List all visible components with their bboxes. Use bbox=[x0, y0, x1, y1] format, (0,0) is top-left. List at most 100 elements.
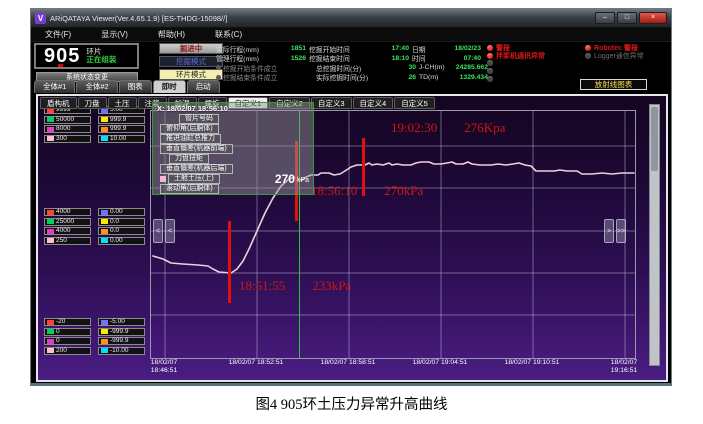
legend-row: 50000 999.9 bbox=[44, 115, 148, 124]
legend-swatch bbox=[47, 338, 54, 344]
chart-tab[interactable]: 自定义5 bbox=[394, 97, 435, 109]
legend-scale-box[interactable]: 10.00 bbox=[98, 134, 145, 143]
scroll-left-button[interactable]: < bbox=[165, 219, 175, 243]
legend-scale-box[interactable]: 0 bbox=[44, 337, 91, 345]
main-tab[interactable]: 全体#2 bbox=[76, 80, 118, 93]
legend-value: -10.00 bbox=[110, 346, 129, 354]
chart-tab[interactable]: 盾构机 bbox=[40, 97, 77, 109]
title-bar[interactable]: V ARiQATAYA Viewer(Ver.4.65.1.9) [ES-THD… bbox=[31, 9, 671, 28]
data-value: 1851 bbox=[290, 45, 306, 53]
legend-scale-box[interactable]: 4000 bbox=[44, 208, 91, 216]
menu-item[interactable]: 文件(F) bbox=[45, 29, 71, 40]
x-axis-tick-label: 18/02/07 18:46:51 bbox=[150, 359, 178, 374]
legend-scale-box[interactable]: -999.9 bbox=[98, 327, 145, 336]
legend-scale-box[interactable]: 999.9 bbox=[98, 125, 145, 133]
legend-row: 4000 0.00 bbox=[44, 208, 148, 216]
main-tab[interactable]: 全体#1 bbox=[34, 80, 76, 93]
legend-value: 0.0 bbox=[110, 227, 120, 234]
scrollbar-thumb[interactable] bbox=[651, 107, 658, 171]
tooltip-series-label[interactable]: 垂直偏差(机器前端) bbox=[160, 144, 233, 154]
legend-swatch bbox=[47, 117, 54, 122]
alarm-label: Logger通信异常 bbox=[594, 52, 644, 60]
chart-tab[interactable]: 土压 bbox=[107, 97, 137, 109]
legend-scale-box[interactable]: 300 bbox=[44, 134, 91, 143]
scroll-right-button[interactable]: >> bbox=[616, 219, 626, 243]
legend-scale-box[interactable]: 8000 bbox=[44, 125, 91, 133]
legend-swatch bbox=[47, 228, 54, 234]
legend-scale-box[interactable]: -10.00 bbox=[98, 346, 145, 355]
data-label: 挖掘开始时间 bbox=[309, 46, 350, 54]
legend-row: 200 -10.00 bbox=[44, 346, 148, 355]
minimize-button[interactable]: – bbox=[595, 12, 615, 24]
legend-value: -20 bbox=[56, 318, 66, 325]
excavation-mode-button[interactable]: 挖掘模式 bbox=[159, 56, 223, 67]
ring-tick-mark bbox=[58, 64, 63, 67]
scroll-right-button[interactable]: > bbox=[604, 219, 614, 243]
data-label: 管理行程(mm) bbox=[216, 56, 260, 64]
mode-button-column: 掘进中 挖掘模式 环片模式 bbox=[159, 43, 223, 82]
legend-value: 50000 bbox=[56, 115, 75, 123]
legend-scale-box[interactable]: -20 bbox=[44, 318, 91, 326]
header-data-row: 挖掘开始条件成立 总挖掘时间(分) 30 J-CH(m) 24285.662 bbox=[216, 63, 488, 73]
legend-group-min: -20 -5.00 0 -999.9 0 -999.9 200 -10.00 bbox=[44, 318, 148, 356]
tooltip-series-label[interactable]: 滚动角(后胴体) bbox=[160, 184, 219, 194]
chart-tab[interactable]: 刀盘 bbox=[77, 97, 107, 109]
legend-scale-box[interactable]: 200 bbox=[44, 346, 91, 355]
tooltip-series-label[interactable]: 土舱土压(上) bbox=[168, 174, 220, 184]
legend-scale-box[interactable]: 0 bbox=[44, 327, 91, 336]
scroll-left-button[interactable]: < bbox=[153, 219, 163, 243]
tooltip-series-label[interactable]: 俯仰角(后胴体) bbox=[160, 124, 219, 134]
vertical-scrollbar[interactable] bbox=[649, 104, 660, 366]
tooltip-series-label[interactable]: 管片号码 bbox=[179, 114, 219, 124]
data-label: 日期 bbox=[412, 46, 426, 54]
legend-row: 4000 0.0 bbox=[44, 227, 148, 235]
menu-item[interactable]: 帮助(H) bbox=[158, 29, 185, 40]
figure-caption: 图4 905环土压力异常升高曲线 bbox=[255, 397, 448, 413]
main-tab[interactable]: 启动 bbox=[186, 80, 220, 93]
tooltip-series-label[interactable]: 推进油缸总推力 bbox=[160, 134, 221, 144]
tooltip-row: 刀盘扭矩 bbox=[153, 154, 313, 164]
legend-scale-box[interactable]: 0.0 bbox=[98, 227, 145, 235]
close-button[interactable]: × bbox=[639, 12, 667, 24]
maximize-button[interactable]: □ bbox=[617, 12, 637, 24]
legend-value: -999.9 bbox=[110, 327, 129, 335]
main-tab[interactable]: 即时 bbox=[152, 80, 186, 93]
legend-value: 0 bbox=[56, 327, 60, 335]
legend-scale-box[interactable]: -999.9 bbox=[98, 337, 145, 345]
chart-tab[interactable]: 自定义4 bbox=[352, 97, 394, 109]
legend-row: 0 -999.9 bbox=[44, 327, 148, 336]
chart-tab[interactable]: 自定义3 bbox=[310, 97, 352, 109]
radiation-chart-button[interactable]: 放射线图表 bbox=[580, 79, 647, 90]
segment-mode-button[interactable]: 环片模式 bbox=[159, 69, 223, 80]
legend-swatch bbox=[101, 219, 108, 224]
legend-scale-box[interactable]: 0.0 bbox=[98, 217, 145, 226]
legend-value: 0 bbox=[56, 337, 60, 344]
legend-row: 300 10.00 bbox=[44, 134, 148, 143]
x-axis-tick-label: 18/02/07 18:52:51 bbox=[228, 359, 284, 366]
legend-scale-box[interactable]: 999.9 bbox=[98, 115, 145, 124]
condition-dot-icon bbox=[216, 74, 221, 80]
alarm-dot-icon bbox=[487, 68, 493, 75]
legend-row: 25000 0.0 bbox=[44, 217, 148, 226]
legend-scale-box[interactable]: 25000 bbox=[44, 217, 91, 226]
legend-scale-box[interactable]: 4000 bbox=[44, 227, 91, 235]
menu-item[interactable]: 联系(C) bbox=[215, 29, 242, 40]
legend-row: 0 -999.9 bbox=[44, 337, 148, 345]
legend-scale-box[interactable]: 0.00 bbox=[98, 236, 145, 245]
legend-scale-box[interactable]: -5.00 bbox=[98, 318, 145, 326]
legend-swatch bbox=[47, 238, 54, 243]
legend-value: 999.9 bbox=[110, 125, 127, 132]
data-value: 1526 bbox=[290, 54, 306, 62]
alarm-row bbox=[487, 60, 545, 68]
legend-scale-box[interactable]: 0.00 bbox=[98, 208, 145, 216]
data-value: 17:40 bbox=[391, 45, 409, 53]
x-axis-labels: 18/02/07 18:46:51 18/02/07 18:52:51 18/0… bbox=[38, 359, 670, 383]
legend-scale-box[interactable]: 250 bbox=[44, 236, 91, 245]
tooltip-series-label[interactable]: 垂直偏差(机器后端) bbox=[160, 164, 233, 174]
digging-in-progress-button[interactable]: 掘进中 bbox=[159, 43, 223, 54]
main-tab[interactable]: 图表 bbox=[118, 80, 152, 93]
tooltip-series-label[interactable]: 刀盘扭矩 bbox=[169, 154, 209, 164]
legend-scale-box[interactable]: 50000 bbox=[44, 115, 91, 124]
menu-item[interactable]: 显示(V) bbox=[101, 29, 128, 40]
data-value: 18:10 bbox=[391, 54, 409, 62]
